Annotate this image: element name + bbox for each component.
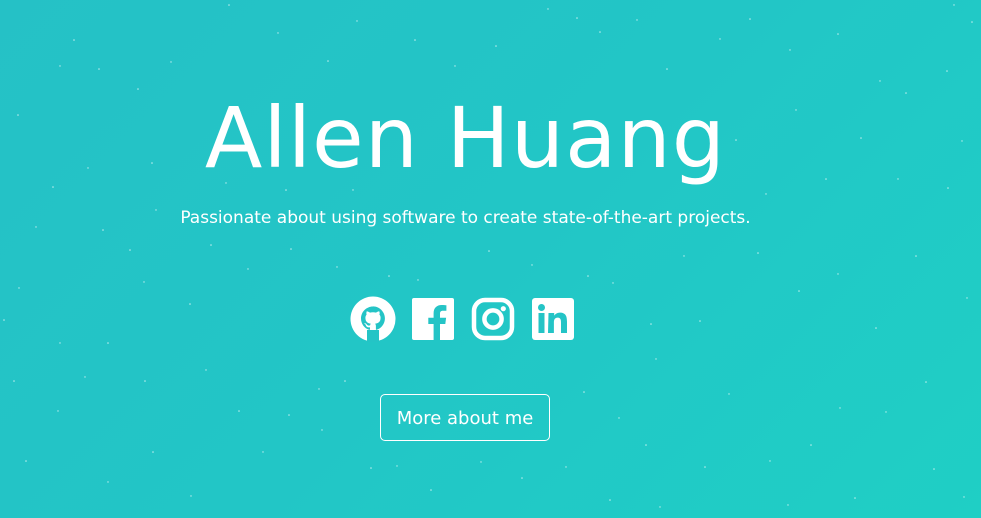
linkedin-link[interactable]: [530, 296, 576, 342]
hero-name-heading: Allen Huang: [204, 89, 727, 187]
more-about-me-button[interactable]: More about me: [380, 394, 550, 441]
github-icon: [350, 296, 396, 342]
social-links: [350, 296, 576, 342]
instagram-icon: [471, 297, 515, 341]
hero-section: Allen Huang Passionate about using softw…: [0, 0, 981, 518]
github-link[interactable]: [350, 296, 396, 342]
instagram-link[interactable]: [470, 296, 516, 342]
facebook-link[interactable]: [410, 296, 456, 342]
linkedin-icon: [532, 298, 574, 340]
facebook-icon: [412, 298, 454, 340]
hero-tagline: Passionate about using software to creat…: [180, 208, 751, 228]
